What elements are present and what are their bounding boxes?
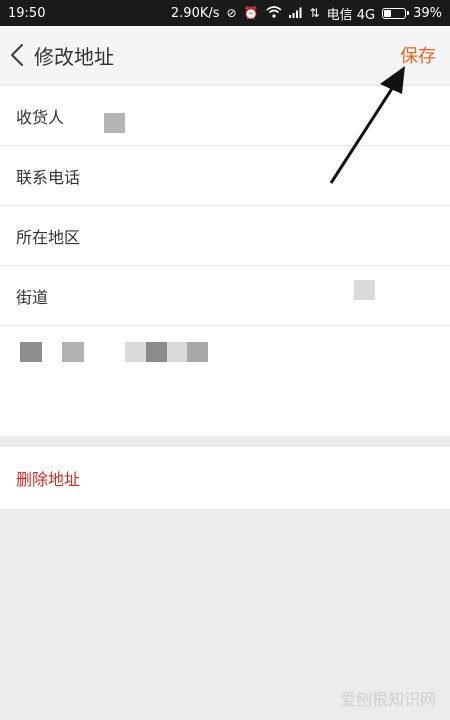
wifi-icon <box>266 6 282 20</box>
address-form: 收货人 联系电话 所在地区 街道 <box>0 86 450 436</box>
redacted-value <box>20 342 42 362</box>
delete-label: 删除地址 <box>16 470 81 489</box>
redacted-value <box>187 342 208 362</box>
page-title: 修改地址 <box>34 44 114 69</box>
battery-icon <box>382 7 410 19</box>
status-time: 19:50 <box>8 5 46 21</box>
battery-percent: 39% <box>413 5 442 21</box>
watermark: 爱刨根知识网 <box>339 690 436 709</box>
redacted-value <box>167 342 188 362</box>
mute-icon: ⊘ <box>226 6 237 20</box>
field-label: 所在地区 <box>16 227 81 247</box>
field-label: 收货人 <box>16 107 65 127</box>
street-field[interactable]: 街道 <box>0 266 450 326</box>
field-label: 联系电话 <box>16 167 81 187</box>
redacted-value <box>354 280 375 300</box>
redacted-value <box>125 342 147 362</box>
carrier-label: 电信 4G <box>326 7 376 23</box>
redacted-value <box>146 342 168 362</box>
save-button[interactable]: 保存 <box>400 42 436 68</box>
back-button[interactable] <box>2 26 32 84</box>
phone-field[interactable]: 联系电话 <box>0 146 450 206</box>
redacted-value <box>104 113 125 133</box>
recipient-field[interactable]: 收货人 <box>0 86 450 146</box>
data-transfer-icon: ⇅ <box>309 6 320 20</box>
field-label: 街道 <box>16 287 49 307</box>
alarm-icon: ⏰ <box>243 6 259 20</box>
header-bar: 修改地址 保存 <box>0 26 450 84</box>
redacted-value <box>62 342 84 362</box>
status-right: 2.90K/s ⊘ ⏰ ⇅ 电信 4G 39% <box>171 4 442 23</box>
detail-address-field[interactable] <box>0 326 450 436</box>
chevron-left-icon <box>10 43 24 67</box>
signal-icon <box>288 7 303 20</box>
delete-address-button[interactable]: 删除地址 <box>0 447 450 509</box>
network-speed: 2.90K/s <box>170 5 220 21</box>
status-bar: 19:50 2.90K/s ⊘ ⏰ ⇅ 电信 4G 39% <box>0 0 450 26</box>
region-field[interactable]: 所在地区 <box>0 206 450 266</box>
